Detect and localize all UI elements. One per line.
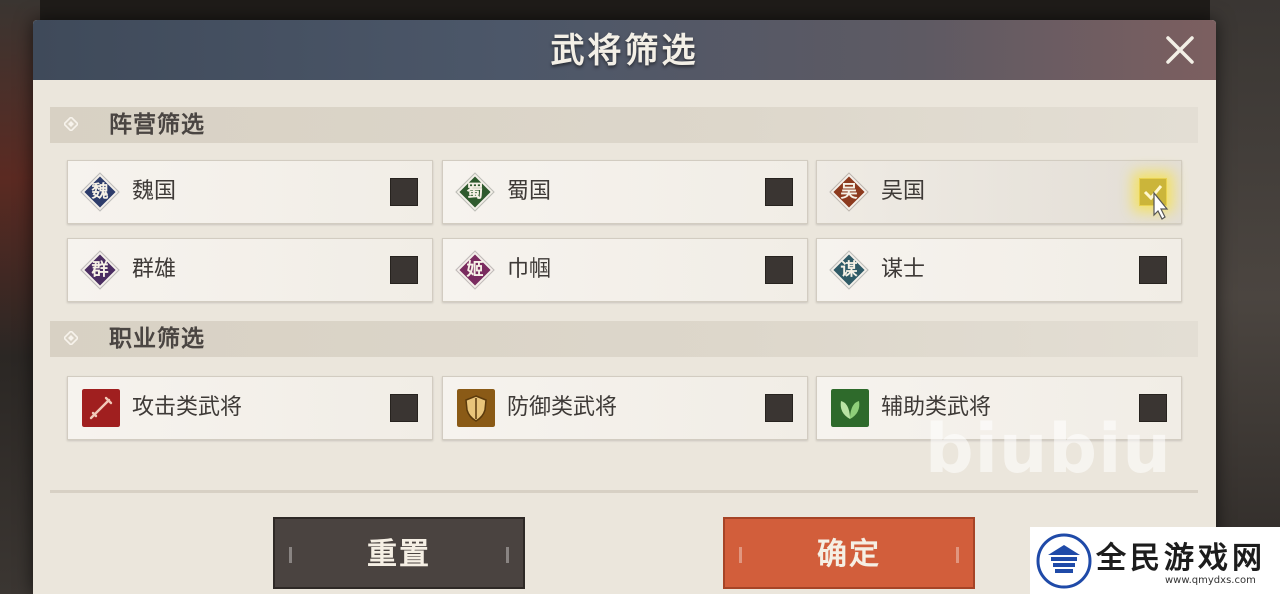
shield-icon — [457, 389, 495, 427]
faction-option-label: 蜀国 — [507, 179, 552, 204]
faction-section-header: 阵营筛选 — [50, 107, 1198, 143]
wu-badge-icon: 吴 — [830, 173, 868, 211]
confirm-button-label: 确定 — [817, 537, 881, 572]
faction-checkbox[interactable] — [765, 178, 793, 206]
faction-option-label: 魏国 — [132, 179, 177, 204]
site-name: 全民游戏网 — [1096, 541, 1266, 576]
divider — [50, 490, 1198, 493]
ji-badge-icon: 姬 — [456, 251, 494, 289]
wei-badge-icon: 魏 — [81, 173, 119, 211]
dialog-title: 武将筛选 — [550, 31, 699, 71]
leaf-icon — [831, 389, 869, 427]
faction-option-moushi[interactable]: 谋 谋士 — [816, 238, 1182, 302]
role-section-label: 职业筛选 — [109, 325, 205, 352]
faction-option-label: 谋士 — [881, 257, 926, 282]
faction-option-label: 巾帼 — [507, 257, 552, 282]
faction-option-qunxiong[interactable]: 群 群雄 — [67, 238, 433, 302]
role-option-label: 攻击类武将 — [132, 395, 243, 420]
faction-option-shu[interactable]: 蜀 蜀国 — [442, 160, 808, 224]
faction-checkbox[interactable] — [765, 256, 793, 284]
diamond-icon — [64, 117, 78, 131]
faction-checkbox[interactable] — [390, 256, 418, 284]
faction-option-label: 群雄 — [132, 257, 177, 282]
role-checkbox[interactable] — [765, 394, 793, 422]
general-filter-dialog: 武将筛选 阵营筛选 魏 魏国 蜀 蜀国 吴 吴国 群 群雄 姬 巾帼 谋 谋士 … — [33, 20, 1216, 594]
sword-icon — [82, 389, 120, 427]
pointer-cursor-icon — [1153, 191, 1169, 220]
close-button[interactable] — [1162, 32, 1198, 68]
reset-button[interactable]: 重置 — [273, 517, 525, 589]
background-right — [1210, 0, 1280, 594]
faction-option-wei[interactable]: 魏 魏国 — [67, 160, 433, 224]
faction-section-label: 阵营筛选 — [109, 111, 205, 138]
role-option-attack[interactable]: 攻击类武将 — [67, 376, 433, 440]
faction-checkbox[interactable] — [1139, 256, 1167, 284]
close-icon — [1166, 36, 1194, 64]
background-top — [0, 0, 1280, 22]
reset-button-label: 重置 — [367, 537, 431, 572]
confirm-button[interactable]: 确定 — [723, 517, 975, 589]
role-option-defense[interactable]: 防御类武将 — [442, 376, 808, 440]
faction-option-jinguo[interactable]: 姬 巾帼 — [442, 238, 808, 302]
site-url: www.qmydxs.com — [1165, 575, 1256, 586]
mou-badge-icon: 谋 — [830, 251, 868, 289]
watermark: biubiu — [925, 410, 1172, 489]
role-checkbox[interactable] — [390, 394, 418, 422]
faction-checkbox[interactable] — [390, 178, 418, 206]
role-section-header: 职业筛选 — [50, 321, 1198, 357]
faction-option-label: 吴国 — [881, 179, 926, 204]
site-logo: 全民游戏网 www.qmydxs.com — [1030, 527, 1280, 594]
role-option-label: 防御类武将 — [507, 395, 618, 420]
shu-badge-icon: 蜀 — [456, 173, 494, 211]
site-logo-emblem-icon — [1036, 533, 1092, 589]
diamond-icon — [64, 331, 78, 345]
qun-badge-icon: 群 — [81, 251, 119, 289]
